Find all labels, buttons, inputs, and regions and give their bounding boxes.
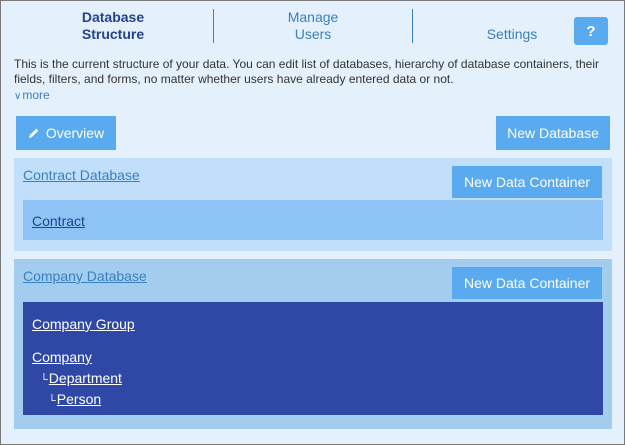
tree-branch-icon: └ [40,374,48,386]
tab-divider [213,9,214,43]
tab-database-structure[interactable]: Database Structure [53,7,173,45]
tab-manage-users-label-1: Manage [287,9,339,25]
container-tree: Contract [23,200,603,240]
help-label: ? [586,22,596,40]
new-database-label: New Database [507,125,599,141]
tab-manage-users[interactable]: Manage Users [253,7,373,45]
structure-description: This is the current structure of your da… [14,57,599,86]
database-title-company[interactable]: Company Database [23,268,147,284]
pencil-icon [28,127,40,139]
tree-node-department-label: Department [48,370,122,386]
chevron-down-icon: ∨ [14,91,22,102]
tree-node-department[interactable]: └Department [40,370,122,386]
help-button[interactable]: ? [574,17,608,45]
new-database-button[interactable]: New Database [496,116,610,150]
tab-manage-users-label-2: Users [294,26,332,42]
container-tree-selected: Company Group Company └Department └Perso… [23,302,603,415]
more-label: more [22,88,50,102]
tab-settings-label: Settings [486,25,538,42]
tree-node-company[interactable]: Company [32,349,92,365]
tab-bar: Database Structure Manage Users Settings [1,1,561,51]
tree-node-company-group[interactable]: Company Group [32,316,135,332]
tab-database-structure-label-2: Structure [81,26,145,42]
database-panel-contract: Contract Database New Data Container Con… [14,158,612,251]
new-data-container-button[interactable]: New Data Container [452,166,602,198]
tab-settings[interactable]: Settings [452,15,572,53]
database-title-contract[interactable]: Contract Database [23,167,140,183]
new-data-container-label: New Data Container [463,174,591,190]
new-data-container-label: New Data Container [463,275,591,291]
tree-node-person[interactable]: └Person [48,391,101,407]
database-structure-window: Database Structure Manage Users Settings… [0,0,625,445]
new-data-container-button[interactable]: New Data Container [452,267,602,299]
tree-node-contract[interactable]: Contract [32,213,85,229]
tree-node-person-label: Person [56,391,102,407]
tab-divider [412,9,413,43]
overview-label: Overview [45,125,105,141]
tree-branch-icon: └ [48,395,56,407]
overview-button[interactable]: Overview [16,116,116,150]
tab-database-structure-label-1: Database [81,9,145,25]
database-panel-company: Company Database New Data Container Comp… [14,259,612,429]
more-link[interactable]: ∨more [14,88,50,102]
